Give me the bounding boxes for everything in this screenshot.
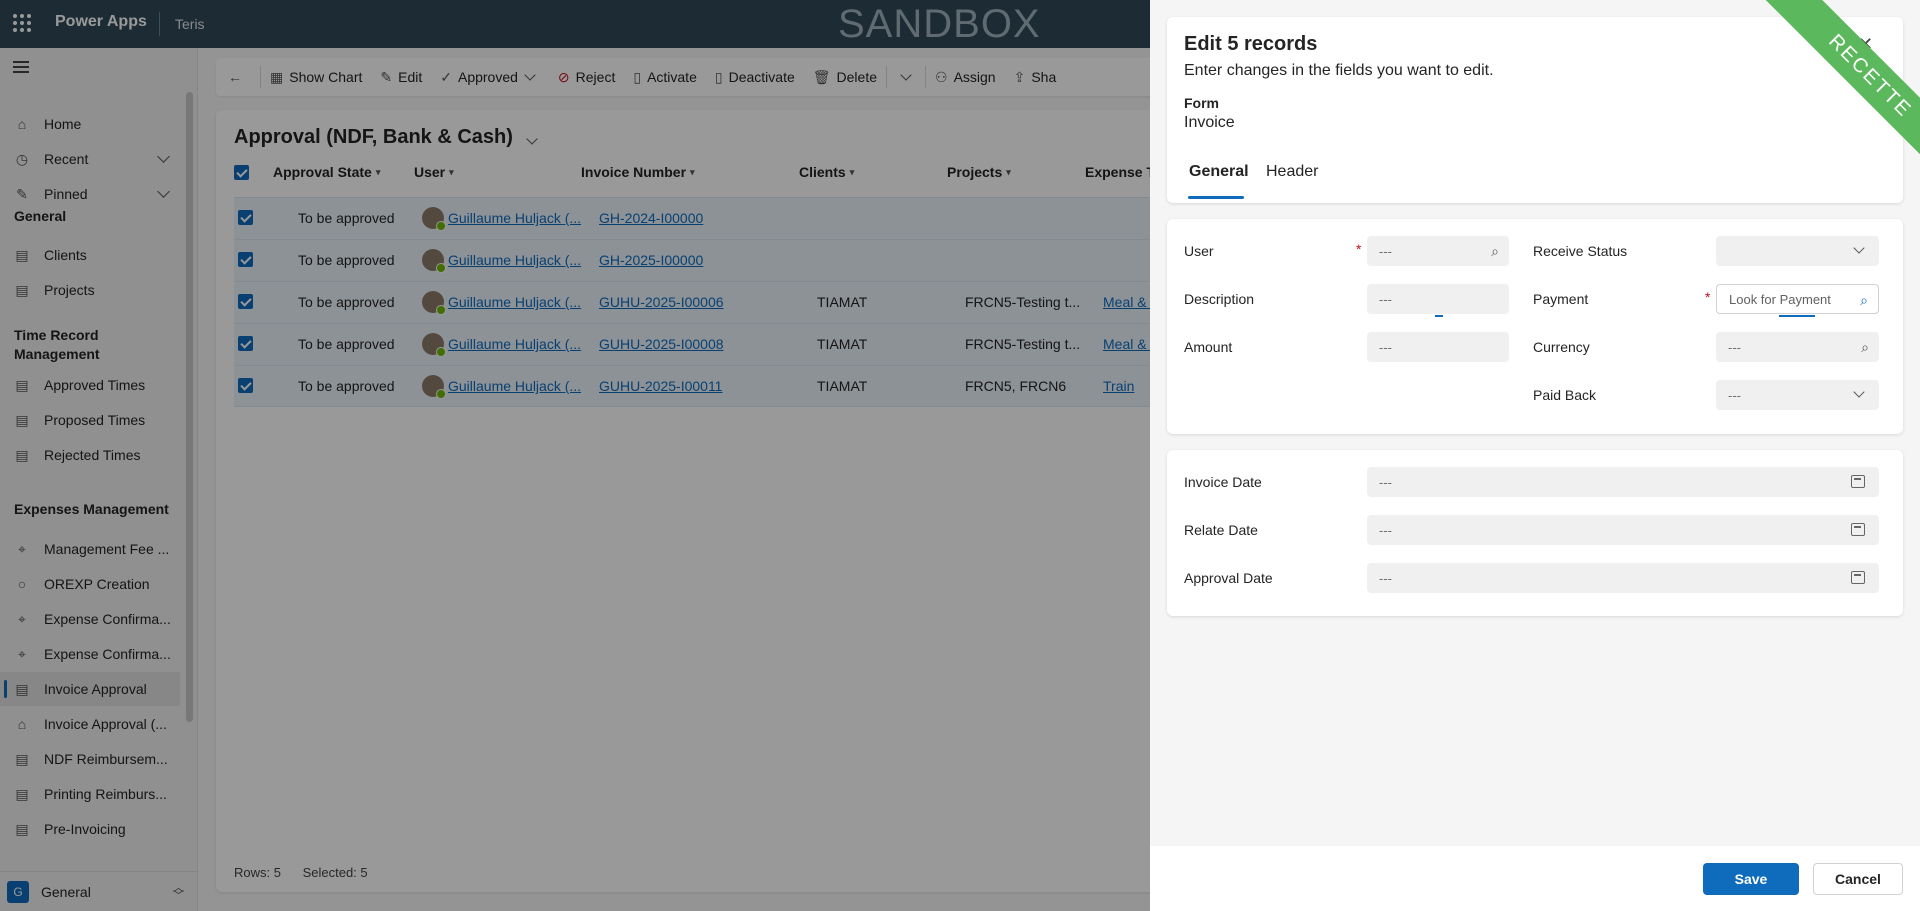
input-placeholder: Look for Payment	[1729, 291, 1831, 307]
tab-header[interactable]: Header	[1266, 163, 1318, 181]
field-label-amount: Amount	[1184, 339, 1233, 355]
relate-date-input[interactable]: ---	[1367, 515, 1879, 545]
approval-date-input[interactable]: ---	[1367, 563, 1879, 593]
close-icon[interactable]: ✕	[1858, 34, 1873, 55]
panel-subtitle: Enter changes in the fields you want to …	[1184, 62, 1494, 79]
form-value: Invoice	[1184, 114, 1235, 131]
input-value: ---	[1379, 339, 1392, 355]
amount-input[interactable]: ---	[1367, 332, 1509, 362]
user-lookup-input[interactable]: --- ⌕	[1367, 236, 1509, 266]
invoice-date-input[interactable]: ---	[1367, 467, 1879, 497]
field-label-paid-back: Paid Back	[1533, 387, 1597, 403]
currency-lookup-input[interactable]: --- ⌕	[1716, 332, 1879, 362]
input-value: ---	[1379, 570, 1392, 586]
search-icon[interactable]: ⌕	[1491, 243, 1499, 260]
panel-header-section: Edit 5 records Enter changes in the fiel…	[1167, 17, 1903, 203]
calendar-icon[interactable]	[1851, 571, 1865, 584]
receive-status-select[interactable]	[1716, 236, 1879, 266]
panel-title: Edit 5 records	[1184, 33, 1318, 55]
active-tab-indicator	[1188, 196, 1244, 199]
field-label-receive-status: Receive Status	[1533, 243, 1628, 259]
field-label-invoice-date: Invoice Date	[1184, 474, 1262, 490]
field-label-relate-date: Relate Date	[1184, 522, 1258, 538]
input-value: ---	[1379, 291, 1392, 307]
field-label-description: Description	[1184, 291, 1255, 307]
paid-back-select[interactable]: ---	[1716, 380, 1879, 410]
panel-footer: Save Cancel	[1150, 846, 1920, 911]
bulk-edit-panel: Edit 5 records Enter changes in the fiel…	[1150, 0, 1920, 911]
description-input[interactable]: ---	[1367, 284, 1509, 314]
search-icon[interactable]: ⌕	[1861, 339, 1869, 356]
focus-underline	[1779, 315, 1815, 317]
fields-section-main: User * --- ⌕ Description --- Amount --- R…	[1167, 219, 1903, 434]
input-value: ---	[1379, 243, 1392, 259]
calendar-icon[interactable]	[1851, 523, 1865, 536]
field-label-currency: Currency	[1533, 339, 1590, 355]
form-label: Form	[1184, 95, 1219, 111]
fields-section-dates: Invoice Date --- Relate Date --- Approva…	[1167, 450, 1903, 616]
required-indicator: *	[1356, 241, 1362, 257]
calendar-icon[interactable]	[1851, 475, 1865, 488]
input-value: ---	[1379, 474, 1392, 490]
input-value: ---	[1728, 339, 1741, 355]
payment-lookup-input[interactable]: Look for Payment ⌕	[1716, 284, 1879, 314]
focus-underline	[1435, 315, 1443, 317]
chevron-down-icon	[1853, 386, 1865, 398]
modal-overlay[interactable]	[0, 0, 1150, 911]
search-icon[interactable]: ⌕	[1860, 292, 1868, 309]
field-label-approval-date: Approval Date	[1184, 570, 1273, 586]
input-value: ---	[1379, 522, 1392, 538]
input-value: ---	[1728, 387, 1741, 403]
tab-general[interactable]: General	[1189, 163, 1249, 181]
field-label-user: User	[1184, 243, 1214, 259]
save-button[interactable]: Save	[1703, 863, 1799, 895]
required-indicator: *	[1705, 289, 1711, 305]
cancel-button[interactable]: Cancel	[1813, 863, 1903, 895]
chevron-down-icon	[1853, 242, 1865, 254]
field-label-payment: Payment	[1533, 291, 1589, 307]
